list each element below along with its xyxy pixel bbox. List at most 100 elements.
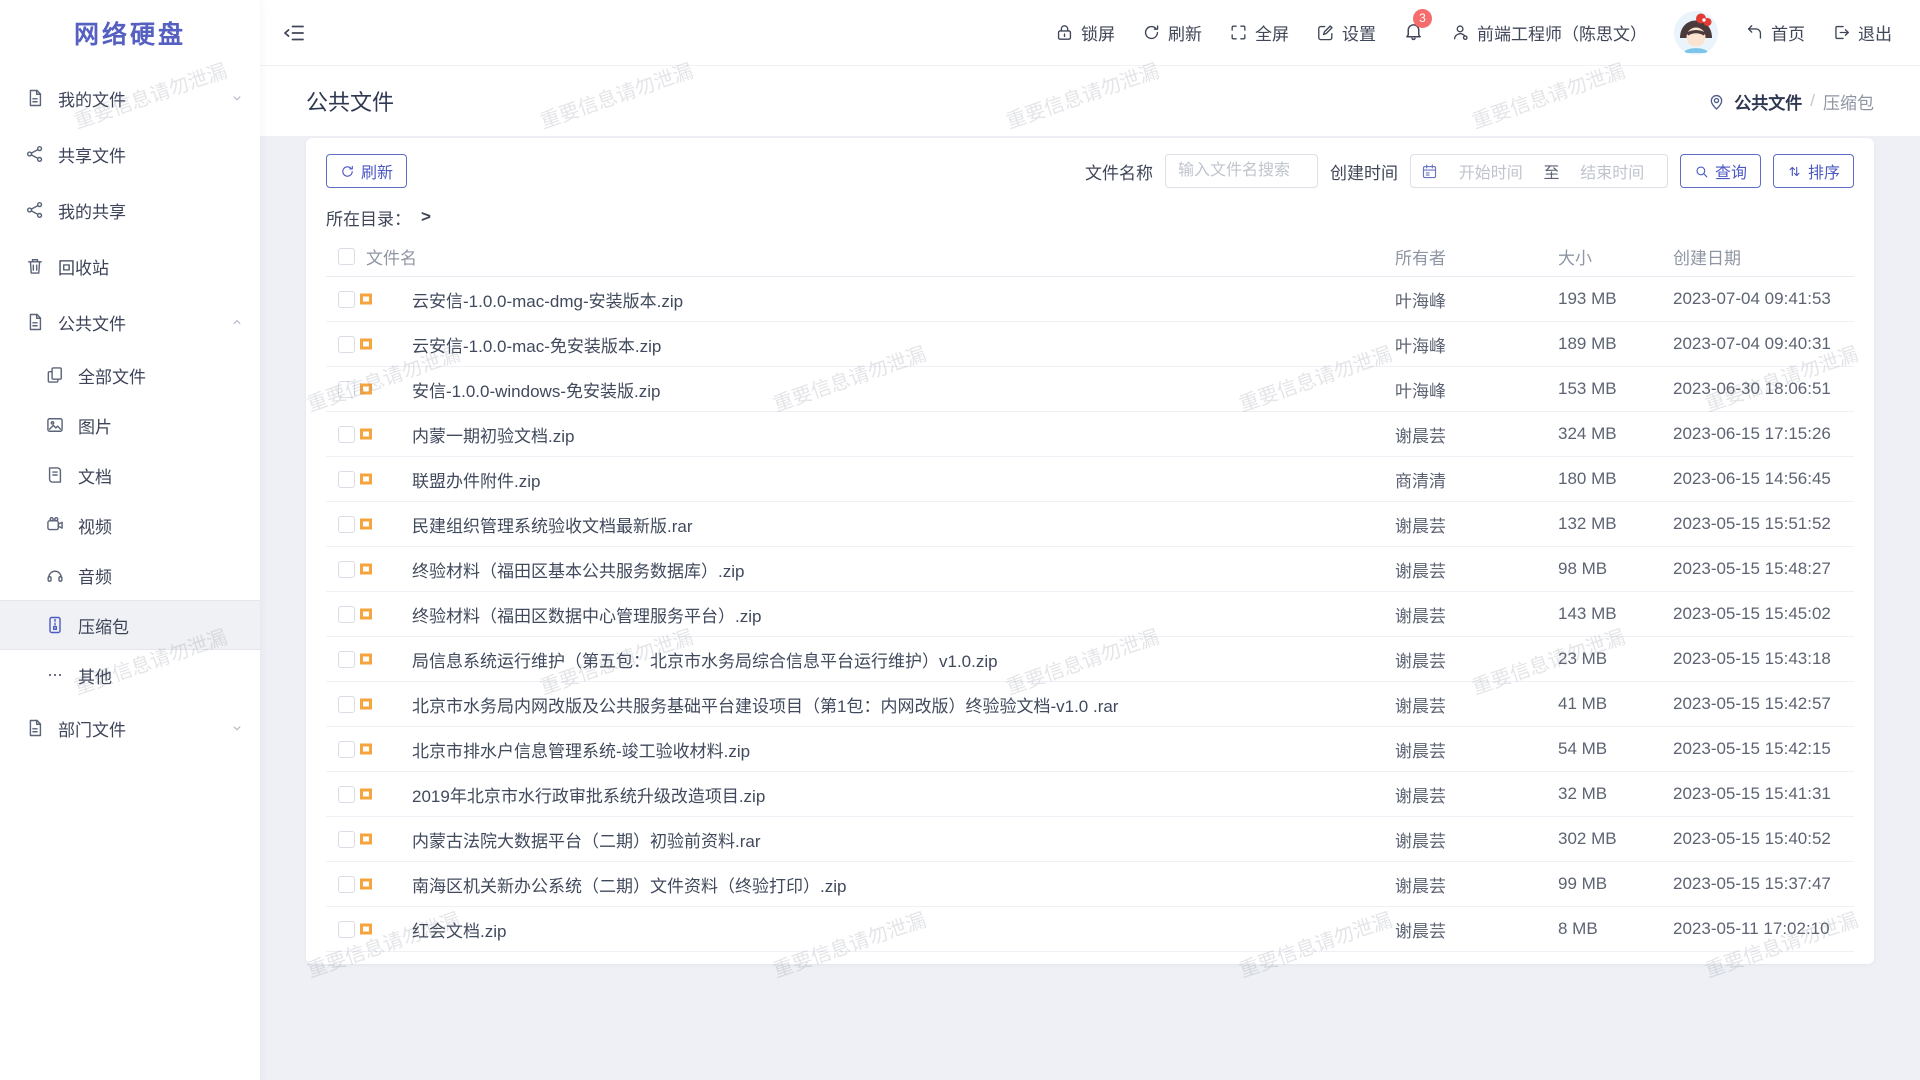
logout-button[interactable]: 退出	[1832, 20, 1892, 45]
row-checkbox[interactable]	[338, 336, 355, 353]
row-checkbox[interactable]	[338, 381, 355, 398]
select-all-checkbox[interactable]	[338, 248, 355, 265]
row-checkbox[interactable]	[338, 831, 355, 848]
sidebar-item-documents[interactable]: 文档	[0, 450, 260, 500]
sidebar-item-videos[interactable]: 视频	[0, 500, 260, 550]
file-date: 2023-06-15 14:56:45	[1673, 469, 1854, 489]
table-row[interactable]: 红会文档.zip 谢晨芸 8 MB 2023-05-11 17:02:10	[326, 907, 1854, 952]
table-row[interactable]: 终验材料（福田区数据中心管理服务平台）.zip 谢晨芸 143 MB 2023-…	[326, 592, 1854, 637]
table-row[interactable]: 内蒙一期初验文档.zip 谢晨芸 324 MB 2023-06-15 17:15…	[326, 412, 1854, 457]
filename-search-input[interactable]	[1165, 154, 1318, 188]
row-checkbox[interactable]	[338, 876, 355, 893]
sidebar-item-shared-files[interactable]: 共享文件	[0, 126, 260, 182]
file-name[interactable]: 局信息系统运行维护（第五包：北京市水务局综合信息平台运行维护）v1.0.zip	[412, 647, 1395, 672]
row-checkbox[interactable]	[338, 741, 355, 758]
sort-button[interactable]: 排序	[1773, 154, 1854, 188]
file-icon	[25, 312, 45, 332]
file-name[interactable]: 北京市排水户信息管理系统-竣工验收材料.zip	[412, 737, 1395, 762]
row-checkbox[interactable]	[338, 696, 355, 713]
sidebar-item-all-files[interactable]: 全部文件	[0, 350, 260, 400]
fullscreen-icon	[1229, 23, 1248, 42]
breadcrumb-parent[interactable]: 公共文件	[1734, 89, 1802, 114]
sidebar-item-images[interactable]: 图片	[0, 400, 260, 450]
user-menu[interactable]: 前端工程师（陈思文）	[1451, 20, 1647, 45]
fullscreen-button[interactable]: 全屏	[1229, 20, 1289, 45]
file-name[interactable]: 终验材料（福田区基本公共服务数据库）.zip	[412, 557, 1395, 582]
file-date: 2023-05-15 15:45:02	[1673, 604, 1854, 624]
date-range-picker[interactable]: 开始时间 至 结束时间	[1410, 154, 1668, 188]
file-name[interactable]: 红会文档.zip	[412, 917, 1395, 942]
file-size: 180 MB	[1558, 469, 1673, 489]
row-checkbox[interactable]	[338, 291, 355, 308]
lock-screen-button[interactable]: 锁屏	[1055, 20, 1115, 45]
table-row[interactable]: 内蒙古法院大数据平台（二期）初验前资料.rar 谢晨芸 302 MB 2023-…	[326, 817, 1854, 862]
file-size: 193 MB	[1558, 289, 1673, 309]
table-row[interactable]: 终验材料（福田区基本公共服务数据库）.zip 谢晨芸 98 MB 2023-05…	[326, 547, 1854, 592]
pin-icon	[1707, 92, 1726, 111]
row-checkbox[interactable]	[338, 921, 355, 938]
row-checkbox[interactable]	[338, 516, 355, 533]
file-name[interactable]: 安信-1.0.0-windows-免安装版.zip	[412, 377, 1395, 402]
row-checkbox[interactable]	[338, 606, 355, 623]
row-checkbox[interactable]	[338, 471, 355, 488]
file-date: 2023-05-15 15:43:18	[1673, 649, 1854, 669]
table-row[interactable]: 南海区机关新办公系统（二期）文件资料（终验打印）.zip 谢晨芸 99 MB 2…	[326, 862, 1854, 907]
chevron-down-icon[interactable]	[230, 91, 244, 105]
table-row[interactable]: 局信息系统运行维护（第五包：北京市水务局综合信息平台运行维护）v1.0.zip …	[326, 637, 1854, 682]
sidebar-item-other[interactable]: 其他	[0, 650, 260, 700]
table-row[interactable]: 北京市排水户信息管理系统-竣工验收材料.zip 谢晨芸 54 MB 2023-0…	[326, 727, 1854, 772]
sidebar-item-department-files[interactable]: 部门文件	[0, 700, 260, 756]
sidebar-item-public-files[interactable]: 公共文件	[0, 294, 260, 350]
file-name[interactable]: 联盟办件附件.zip	[412, 467, 1395, 492]
sidebar-item-archives[interactable]: 压缩包	[0, 600, 260, 650]
refresh-list-button[interactable]: 刷新	[326, 154, 407, 188]
table-row[interactable]: 民建组织管理系统验收文档最新版.rar 谢晨芸 132 MB 2023-05-1…	[326, 502, 1854, 547]
file-name[interactable]: 内蒙古法院大数据平台（二期）初验前资料.rar	[412, 827, 1395, 852]
table-row[interactable]: 云安信-1.0.0-mac-免安装版本.zip 叶海峰 189 MB 2023-…	[326, 322, 1854, 367]
file-name[interactable]: 南海区机关新办公系统（二期）文件资料（终验打印）.zip	[412, 872, 1395, 897]
settings-button[interactable]: 设置	[1316, 20, 1376, 45]
sidebar-item-recycle-bin[interactable]: 回收站	[0, 238, 260, 294]
sidebar-item-label: 我的共享	[58, 198, 126, 223]
sidebar-item-audio[interactable]: 音频	[0, 550, 260, 600]
table-row[interactable]: 安信-1.0.0-windows-免安装版.zip 叶海峰 153 MB 202…	[326, 367, 1854, 412]
table-row[interactable]: 北京市水务局内网改版及公共服务基础平台建设项目（第1包：内网改版）终验验文档-v…	[326, 682, 1854, 727]
file-owner: 谢晨芸	[1395, 917, 1558, 942]
sidebar-item-my-shares[interactable]: 我的共享	[0, 182, 260, 238]
sidebar-fold-icon[interactable]	[282, 21, 306, 45]
sidebar-item-my-files[interactable]: 我的文件	[0, 70, 260, 126]
directory-root-arrow[interactable]: >	[421, 207, 431, 227]
notifications-button[interactable]: 3	[1403, 20, 1424, 46]
avatar[interactable]	[1674, 11, 1718, 55]
more-icon	[45, 665, 65, 685]
file-name[interactable]: 云安信-1.0.0-mac-免安装版本.zip	[412, 332, 1395, 357]
end-date-placeholder[interactable]: 结束时间	[1567, 159, 1657, 183]
row-checkbox[interactable]	[338, 786, 355, 803]
file-date: 2023-06-30 18:06:51	[1673, 379, 1854, 399]
sidebar-item-label: 视频	[78, 513, 112, 538]
file-owner: 谢晨芸	[1395, 872, 1558, 897]
content-area: 刷新 文件名称 创建时间 开始时间 至 结束时间 查询 排序	[260, 136, 1920, 1080]
file-name[interactable]: 民建组织管理系统验收文档最新版.rar	[412, 512, 1395, 537]
file-name[interactable]: 终验材料（福田区数据中心管理服务平台）.zip	[412, 602, 1395, 627]
file-name[interactable]: 云安信-1.0.0-mac-dmg-安装版本.zip	[412, 287, 1395, 312]
file-name[interactable]: 2019年北京市水行政审批系统升级改造项目.zip	[412, 782, 1395, 807]
row-checkbox[interactable]	[338, 651, 355, 668]
query-button[interactable]: 查询	[1680, 154, 1761, 188]
file-name[interactable]: 北京市水务局内网改版及公共服务基础平台建设项目（第1包：内网改版）终验验文档-v…	[412, 692, 1395, 717]
row-checkbox[interactable]	[338, 561, 355, 578]
refresh-page-button[interactable]: 刷新	[1142, 20, 1202, 45]
sidebar: 网络硬盘 我的文件 共享文件 我的共享 回收站 公共文件 全部文件	[0, 0, 260, 1080]
file-name[interactable]: 内蒙一期初验文档.zip	[412, 422, 1395, 447]
create-time-filter-label: 创建时间	[1330, 159, 1398, 184]
table-row[interactable]: 2019年北京市水行政审批系统升级改造项目.zip 谢晨芸 32 MB 2023…	[326, 772, 1854, 817]
table-row[interactable]: 联盟办件附件.zip 商清清 180 MB 2023-06-15 14:56:4…	[326, 457, 1854, 502]
home-button[interactable]: 首页	[1745, 20, 1805, 45]
start-date-placeholder[interactable]: 开始时间	[1446, 159, 1536, 183]
file-date: 2023-05-15 15:48:27	[1673, 559, 1854, 579]
table-row[interactable]: 云安信-1.0.0-mac-dmg-安装版本.zip 叶海峰 193 MB 20…	[326, 277, 1854, 322]
chevron-up-icon[interactable]	[230, 315, 244, 329]
row-checkbox[interactable]	[338, 426, 355, 443]
chevron-down-icon[interactable]	[230, 721, 244, 735]
column-owner: 所有者	[1395, 244, 1558, 269]
